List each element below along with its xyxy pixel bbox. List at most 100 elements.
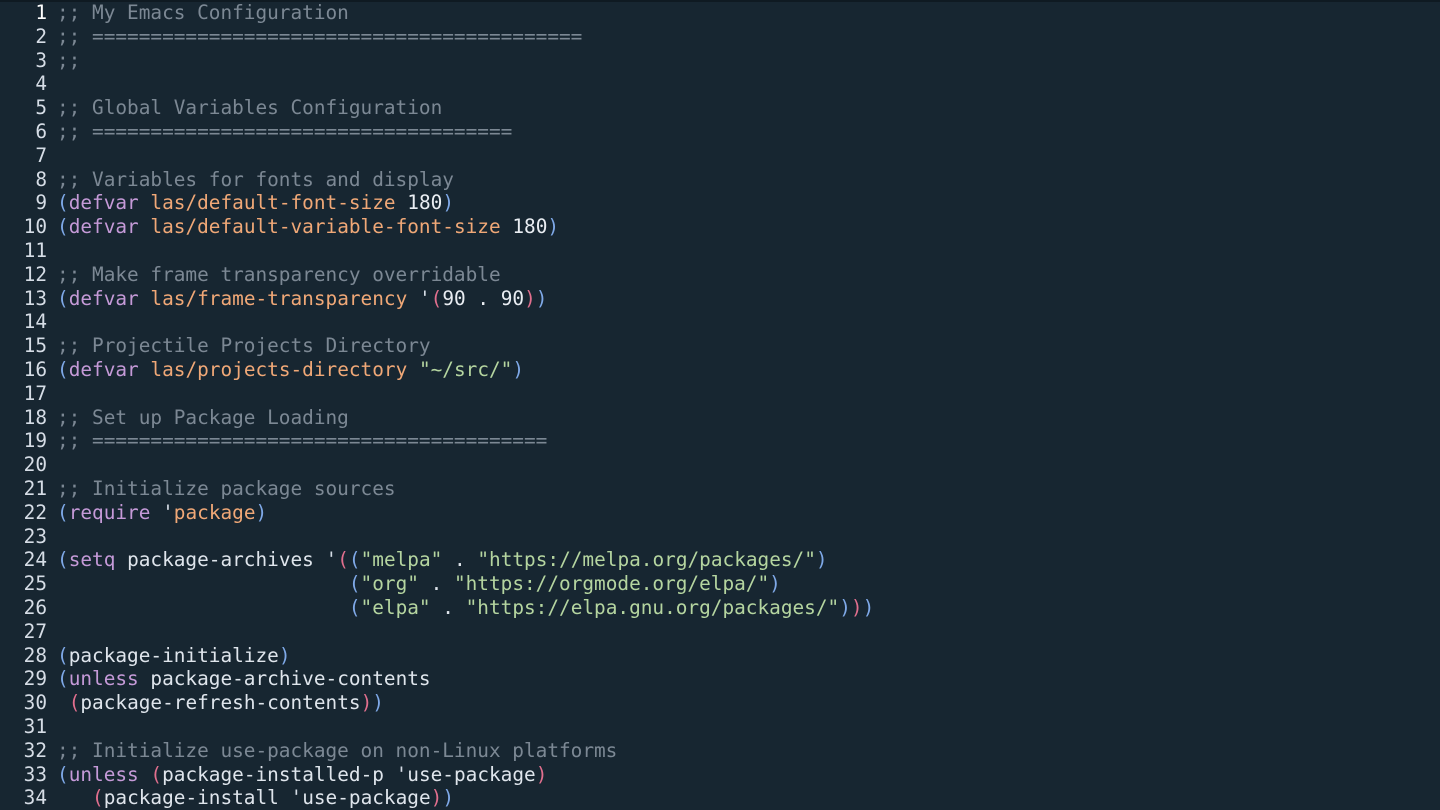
code-token-quote: ' [418,286,431,310]
line-number: 22 [23,500,47,524]
code-token-paren1: ) [278,643,291,667]
code-line[interactable]: 16 (defvar las/projects-directory "~/src/… [0,358,1440,382]
code-text[interactable]: ;; Projectile Projects Directory [57,334,431,358]
code-line[interactable]: 23 [0,525,1440,549]
code-text[interactable]: (defvar las/default-font-size 180) [57,191,454,215]
code-line[interactable]: 28 (package-initialize) [0,644,1440,668]
code-token-plain: use-package [407,762,536,786]
code-line[interactable]: 27 [0,620,1440,644]
code-text[interactable]: (package-install 'use-package)) [57,786,454,810]
code-line[interactable]: 5 ;; Global Variables Configuration [0,96,1440,120]
code-token-plain: package-archives [115,548,326,572]
code-text[interactable]: (defvar las/projects-directory "~/src/") [57,358,524,382]
code-text[interactable]: (package-refresh-contents)) [57,691,384,715]
code-text[interactable]: ;; Set up Package Loading [57,406,349,430]
code-line[interactable]: 9 (defvar las/default-font-size 180) [0,191,1440,215]
code-token-string: "https://melpa.org/packages/" [477,548,816,572]
code-token-keyword: defvar [68,215,139,239]
code-line[interactable]: 30 (package-refresh-contents)) [0,691,1440,715]
code-line[interactable]: 8 ;; Variables for fonts and display [0,168,1440,192]
code-line[interactable]: 29 (unless package-archive-contents [0,667,1440,691]
code-text[interactable]: ;; [57,49,80,73]
code-text[interactable]: ;; Global Variables Configuration [57,96,442,120]
code-token-var: las/frame-transparency [150,286,408,310]
code-line[interactable]: 22 (require 'package) [0,501,1440,525]
code-line[interactable]: 33 (unless (package-installed-p 'use-pack… [0,763,1440,787]
code-text[interactable]: (unless package-archive-contents [57,667,431,691]
code-editor[interactable]: 1 ;; My Emacs Configuration 2 ;; ==========… [0,0,1440,810]
code-token-paren1: ( [57,548,69,572]
code-line[interactable]: 1 ;; My Emacs Configuration [0,1,1440,25]
code-token-paren2: ( [337,548,349,572]
line-number: 14 [23,310,47,334]
code-line[interactable]: 11 [0,239,1440,263]
code-line[interactable]: 24 (setq package-archives '(("melpa" . "h… [0,548,1440,572]
line-number: 13 [23,286,47,310]
code-line[interactable]: 19 ;; ===================================… [0,429,1440,453]
code-text[interactable]: ;; Initialize use-package on non-Linux p… [57,739,617,763]
code-text[interactable]: (setq package-archives '(("melpa" . "htt… [57,548,828,572]
code-token-var: package [173,500,256,524]
code-token-number: 90 . 90 [442,286,525,310]
line-number: 34 [23,786,47,810]
code-token-paren1: ( [57,191,69,215]
code-text[interactable]: ;; Initialize package sources [57,477,396,501]
code-text[interactable]: (require 'package) [57,501,267,525]
gutter-gap [47,49,57,73]
code-line[interactable]: 12 ;; Make frame transparency overridable [0,263,1440,287]
code-line[interactable]: 20 [0,453,1440,477]
code-line[interactable]: 4 [0,72,1440,96]
code-token-quote: ' [325,548,338,572]
code-line[interactable]: 2 ;; ====================================… [0,25,1440,49]
code-token-paren1: ) [512,357,525,381]
code-line[interactable]: 21 ;; Initialize package sources [0,477,1440,501]
code-text[interactable]: (defvar las/default-variable-font-size 1… [57,215,559,239]
code-text[interactable]: ;; =====================================… [57,429,547,453]
gutter-gap [47,644,57,668]
gutter-gap [47,715,57,739]
code-text[interactable]: (package-initialize) [57,644,291,668]
code-token-plain: package-refresh-contents [80,691,361,715]
code-text[interactable]: ;; ==================================== [57,120,512,144]
code-text[interactable]: ;; =====================================… [57,25,582,49]
code-line[interactable]: 32 ;; Initialize use-package on non-Linux… [0,739,1440,763]
code-line[interactable]: 26 ("elpa" . "https://elpa.gnu.org/packa… [0,596,1440,620]
line-number: 27 [23,619,47,643]
code-text[interactable]: (defvar las/frame-transparency '(90 . 90… [57,287,547,311]
gutter-gap [47,691,57,715]
code-text[interactable]: ;; My Emacs Configuration [57,1,349,25]
code-line[interactable]: 25 ("org" . "https://orgmode.org/elpa/") [0,572,1440,596]
code-text[interactable]: (unless (package-installed-p 'use-packag… [57,763,547,787]
code-line[interactable]: 7 [0,144,1440,168]
line-number: 19 [23,429,47,453]
code-line[interactable]: 15 ;; Projectile Projects Directory [0,334,1440,358]
code-line[interactable]: 34 (package-install 'use-package)) [0,786,1440,810]
code-text[interactable]: ("org" . "https://orgmode.org/elpa/") [57,572,781,596]
code-text[interactable]: ;; Variables for fonts and display [57,168,454,192]
code-line[interactable]: 31 [0,715,1440,739]
code-line[interactable]: 3;; [0,49,1440,73]
line-number: 26 [23,595,47,619]
code-text[interactable]: ;; Make frame transparency overridable [57,263,501,287]
code-line[interactable]: 17 [0,382,1440,406]
code-token-paren1: ( [57,286,69,310]
line-number: 28 [23,643,47,667]
code-line[interactable]: 18 ;; Set up Package Loading [0,406,1440,430]
code-text[interactable]: ("elpa" . "https://elpa.gnu.org/packages… [57,596,874,620]
code-line[interactable]: 6 ;; ==================================== [0,120,1440,144]
code-buffer[interactable]: 1 ;; My Emacs Configuration 2 ;; ==========… [0,1,1440,810]
gutter-gap [47,215,57,239]
code-line[interactable]: 14 [0,310,1440,334]
code-token-paren1: ( [348,595,361,619]
code-line[interactable]: 10 (defvar las/default-variable-font-size… [0,215,1440,239]
code-token-paren1: ) [862,595,875,619]
gutter-gap [47,358,57,382]
gutter-gap [47,572,57,596]
code-line[interactable]: 13 (defvar las/frame-transparency '(90 . … [0,287,1440,311]
code-token-plain: package-install [103,786,291,810]
code-token-comment: ;; [57,48,81,72]
